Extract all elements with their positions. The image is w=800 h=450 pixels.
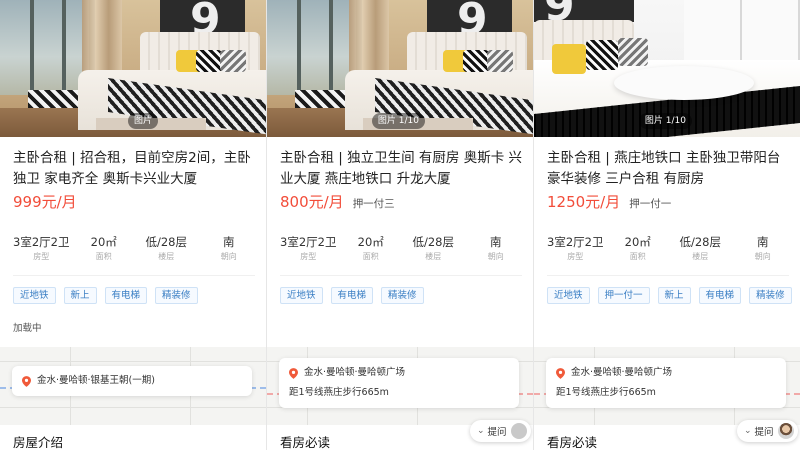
avatar bbox=[777, 423, 794, 439]
tag: 近地铁 bbox=[547, 287, 590, 304]
listing-title[interactable]: 主卧合租 | 独立卫生间 有厨房 奥斯卡 兴业大厦 燕庄地铁口 升龙大厦 bbox=[280, 148, 525, 190]
avatar bbox=[510, 423, 527, 439]
listing-price: 999元/月 bbox=[13, 193, 77, 211]
chevron-down-icon: ⌄ bbox=[744, 426, 752, 436]
photo-count-badge: 图片 1/10 bbox=[638, 113, 692, 129]
tag: 新上 bbox=[657, 287, 691, 304]
photo-count-badge: 图片 1/10 bbox=[371, 113, 425, 129]
spec-area: 20㎡ 面积 bbox=[357, 235, 384, 261]
spec-orientation: 南朝向 bbox=[220, 235, 237, 261]
location-text: 金水·曼哈顿·曼哈顿广场 bbox=[304, 367, 406, 378]
photo-count-badge: 图片 bbox=[127, 113, 158, 129]
tag-list: 近地铁 新上 有电梯 精装修 bbox=[13, 287, 206, 304]
tag: 近地铁 bbox=[280, 287, 323, 304]
location-text: 金水·曼哈顿·曼哈顿广场 bbox=[571, 367, 673, 378]
spec-area: 20㎡ 面积 bbox=[90, 235, 117, 261]
divider bbox=[547, 275, 789, 276]
spec-floor: 低/28层 楼层 bbox=[145, 235, 187, 261]
spec-orientation: 南朝向 bbox=[754, 235, 771, 261]
location-card[interactable]: 金水·曼哈顿·曼哈顿广场 距1号线燕庄步行665m bbox=[279, 358, 519, 408]
tag: 有电梯 bbox=[330, 287, 374, 304]
spec-layout: 3室2厅2卫 房型 bbox=[280, 235, 337, 261]
payment-terms: 押一付一 bbox=[629, 198, 672, 210]
listing-title[interactable]: 主卧合租 | 招合租，目前空房2间，主卧独卫 家电齐全 奥斯卡兴业大厦 bbox=[13, 148, 258, 190]
metro-distance: 距1号线燕庄步行665m bbox=[289, 387, 389, 398]
listing-card-3[interactable]: 图片 1/10 主卧合租 | 燕庄地铁口 主卧独卫带阳台 豪华装修 三户合租 有… bbox=[534, 0, 800, 450]
divider bbox=[280, 275, 522, 276]
spec-row: 3室2厅2卫 房型 20㎡ 面积 低/28层 楼层 南朝向 bbox=[10, 235, 260, 263]
tag: 押一付一 bbox=[597, 287, 650, 304]
divider bbox=[13, 275, 255, 276]
spec-area: 20㎡ 面积 bbox=[624, 235, 651, 261]
tag: 新上 bbox=[63, 287, 97, 304]
price-row: 800元/月 押一付三 bbox=[280, 191, 395, 212]
tag: 精装修 bbox=[749, 287, 792, 304]
tag: 有电梯 bbox=[698, 287, 742, 304]
spec-row: 3室2厅2卫 房型 20㎡ 面积 低/28层 楼层 南朝向 bbox=[544, 235, 794, 263]
listing-photo[interactable]: 图片 1/10 bbox=[534, 0, 800, 137]
wall-poster bbox=[534, 0, 634, 31]
spec-floor: 低/28层 楼层 bbox=[412, 235, 454, 261]
ask-question-button[interactable]: ⌄ 提问 bbox=[737, 420, 798, 442]
tag-list: 近地铁 押一付一 新上 有电梯 精装修 bbox=[547, 287, 800, 304]
listing-photo[interactable]: 图片 1/10 bbox=[267, 0, 533, 137]
listing-card-2[interactable]: 图片 1/10 主卧合租 | 独立卫生间 有厨房 奥斯卡 兴业大厦 燕庄地铁口 … bbox=[267, 0, 533, 450]
section-title: 看房必读 bbox=[547, 435, 598, 450]
chevron-down-icon: ⌄ bbox=[477, 426, 485, 436]
listing-price: 1250元/月 bbox=[547, 193, 621, 211]
spec-floor: 低/28层 楼层 bbox=[679, 235, 721, 261]
location-pin-icon bbox=[556, 367, 565, 379]
location-card[interactable]: 金水·曼哈顿·曼哈顿广场 距1号线燕庄步行665m bbox=[546, 358, 786, 408]
tag-list: 近地铁 有电梯 精装修 bbox=[280, 287, 432, 304]
payment-terms: 押一付三 bbox=[352, 198, 395, 210]
tag: 近地铁 bbox=[13, 287, 56, 304]
tag: 有电梯 bbox=[104, 287, 148, 304]
metro-distance: 距1号线燕庄步行665m bbox=[556, 387, 656, 398]
price-row: 1250元/月 押一付一 bbox=[547, 191, 671, 212]
tag: 精装修 bbox=[381, 287, 424, 304]
listing-price: 800元/月 bbox=[280, 193, 344, 211]
location-pin-icon bbox=[289, 367, 298, 379]
spec-row: 3室2厅2卫 房型 20㎡ 面积 低/28层 楼层 南朝向 bbox=[277, 235, 527, 263]
location-pin-icon bbox=[22, 375, 31, 387]
section-title: 看房必读 bbox=[280, 435, 331, 450]
listing-photo[interactable]: 图片 bbox=[0, 0, 266, 137]
price-row: 999元/月 bbox=[13, 191, 77, 212]
listing-card-1[interactable]: 图片 主卧合租 | 招合租，目前空房2间，主卧独卫 家电齐全 奥斯卡兴业大厦 9… bbox=[0, 0, 266, 450]
ask-question-button[interactable]: ⌄ 提问 bbox=[470, 420, 531, 442]
section-title: 房屋介绍 bbox=[13, 435, 64, 450]
spec-layout: 3室2厅2卫 房型 bbox=[13, 235, 70, 261]
loading-text: 加载中 bbox=[13, 323, 42, 334]
tag: 精装修 bbox=[155, 287, 198, 304]
spec-layout: 3室2厅2卫 房型 bbox=[547, 235, 604, 261]
listing-title[interactable]: 主卧合租 | 燕庄地铁口 主卧独卫带阳台 豪华装修 三户合租 有厨房 bbox=[547, 148, 792, 190]
location-text: 金水·曼哈顿·银基王朝(一期) bbox=[37, 375, 155, 386]
location-card[interactable]: 金水·曼哈顿·银基王朝(一期) bbox=[12, 366, 252, 396]
spec-orientation: 南朝向 bbox=[487, 235, 504, 261]
